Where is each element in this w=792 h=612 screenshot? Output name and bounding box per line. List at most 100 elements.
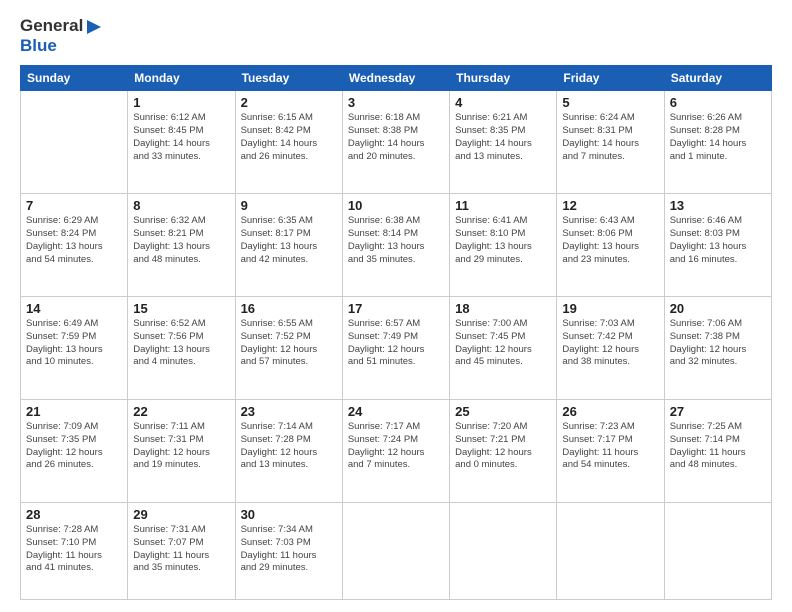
calendar-cell: 6 Sunrise: 6:26 AM Sunset: 8:28 PM Daylig… bbox=[664, 91, 771, 194]
weekday-header: Monday bbox=[128, 66, 235, 91]
day-number: 10 bbox=[348, 198, 444, 213]
day-info: Sunrise: 7:28 AM Sunset: 7:10 PM Dayligh… bbox=[26, 524, 122, 575]
day-info: Sunrise: 6:29 AM Sunset: 8:24 PM Dayligh… bbox=[26, 215, 122, 266]
logo: General Blue bbox=[20, 16, 103, 55]
day-info: Sunrise: 6:57 AM Sunset: 7:49 PM Dayligh… bbox=[348, 318, 444, 369]
calendar-cell: 24 Sunrise: 7:17 AM Sunset: 7:24 PM Dayli… bbox=[342, 400, 449, 503]
calendar-cell: 16 Sunrise: 6:55 AM Sunset: 7:52 PM Dayli… bbox=[235, 297, 342, 400]
day-info: Sunrise: 6:32 AM Sunset: 8:21 PM Dayligh… bbox=[133, 215, 229, 266]
day-info: Sunrise: 7:17 AM Sunset: 7:24 PM Dayligh… bbox=[348, 421, 444, 472]
day-number: 19 bbox=[562, 301, 658, 316]
day-info: Sunrise: 7:00 AM Sunset: 7:45 PM Dayligh… bbox=[455, 318, 551, 369]
day-number: 16 bbox=[241, 301, 337, 316]
weekday-header: Thursday bbox=[450, 66, 557, 91]
day-info: Sunrise: 6:12 AM Sunset: 8:45 PM Dayligh… bbox=[133, 112, 229, 163]
day-number: 24 bbox=[348, 404, 444, 419]
header: General Blue bbox=[20, 16, 772, 55]
calendar-cell: 13 Sunrise: 6:46 AM Sunset: 8:03 PM Dayli… bbox=[664, 194, 771, 297]
day-number: 27 bbox=[670, 404, 766, 419]
day-number: 13 bbox=[670, 198, 766, 213]
calendar-week-row: 14 Sunrise: 6:49 AM Sunset: 7:59 PM Dayli… bbox=[21, 297, 772, 400]
calendar-cell: 29 Sunrise: 7:31 AM Sunset: 7:07 PM Dayli… bbox=[128, 502, 235, 599]
day-number: 3 bbox=[348, 95, 444, 110]
calendar-cell: 4 Sunrise: 6:21 AM Sunset: 8:35 PM Daylig… bbox=[450, 91, 557, 194]
calendar-cell: 27 Sunrise: 7:25 AM Sunset: 7:14 PM Dayli… bbox=[664, 400, 771, 503]
day-number: 12 bbox=[562, 198, 658, 213]
day-number: 22 bbox=[133, 404, 229, 419]
calendar-cell bbox=[21, 91, 128, 194]
day-info: Sunrise: 6:43 AM Sunset: 8:06 PM Dayligh… bbox=[562, 215, 658, 266]
day-info: Sunrise: 6:52 AM Sunset: 7:56 PM Dayligh… bbox=[133, 318, 229, 369]
calendar-cell: 17 Sunrise: 6:57 AM Sunset: 7:49 PM Dayli… bbox=[342, 297, 449, 400]
day-number: 17 bbox=[348, 301, 444, 316]
calendar-week-row: 28Sunrise: 7:28 AM Sunset: 7:10 PM Dayli… bbox=[21, 502, 772, 599]
calendar-cell: 23Sunrise: 7:14 AM Sunset: 7:28 PM Dayli… bbox=[235, 400, 342, 503]
weekday-header: Friday bbox=[557, 66, 664, 91]
day-info: Sunrise: 7:34 AM Sunset: 7:03 PM Dayligh… bbox=[241, 524, 337, 575]
day-info: Sunrise: 6:49 AM Sunset: 7:59 PM Dayligh… bbox=[26, 318, 122, 369]
day-info: Sunrise: 7:31 AM Sunset: 7:07 PM Dayligh… bbox=[133, 524, 229, 575]
weekday-header: Tuesday bbox=[235, 66, 342, 91]
day-number: 11 bbox=[455, 198, 551, 213]
weekday-header: Saturday bbox=[664, 66, 771, 91]
day-info: Sunrise: 6:55 AM Sunset: 7:52 PM Dayligh… bbox=[241, 318, 337, 369]
day-info: Sunrise: 6:24 AM Sunset: 8:31 PM Dayligh… bbox=[562, 112, 658, 163]
day-number: 23 bbox=[241, 404, 337, 419]
day-number: 30 bbox=[241, 507, 337, 522]
calendar-cell bbox=[450, 502, 557, 599]
logo-general: General bbox=[20, 16, 103, 36]
day-info: Sunrise: 6:41 AM Sunset: 8:10 PM Dayligh… bbox=[455, 215, 551, 266]
day-number: 9 bbox=[241, 198, 337, 213]
day-number: 15 bbox=[133, 301, 229, 316]
calendar-cell: 10Sunrise: 6:38 AM Sunset: 8:14 PM Dayli… bbox=[342, 194, 449, 297]
calendar-cell: 11 Sunrise: 6:41 AM Sunset: 8:10 PM Dayli… bbox=[450, 194, 557, 297]
calendar-cell: 28Sunrise: 7:28 AM Sunset: 7:10 PM Dayli… bbox=[21, 502, 128, 599]
weekday-header-row: SundayMondayTuesdayWednesdayThursdayFrid… bbox=[21, 66, 772, 91]
calendar-cell: 22Sunrise: 7:11 AM Sunset: 7:31 PM Dayli… bbox=[128, 400, 235, 503]
day-info: Sunrise: 7:25 AM Sunset: 7:14 PM Dayligh… bbox=[670, 421, 766, 472]
day-number: 5 bbox=[562, 95, 658, 110]
day-info: Sunrise: 6:35 AM Sunset: 8:17 PM Dayligh… bbox=[241, 215, 337, 266]
day-number: 1 bbox=[133, 95, 229, 110]
calendar-cell: 14 Sunrise: 6:49 AM Sunset: 7:59 PM Dayli… bbox=[21, 297, 128, 400]
calendar-cell: 2Sunrise: 6:15 AM Sunset: 8:42 PM Daylig… bbox=[235, 91, 342, 194]
day-number: 6 bbox=[670, 95, 766, 110]
calendar-cell: 25 Sunrise: 7:20 AM Sunset: 7:21 PM Dayli… bbox=[450, 400, 557, 503]
calendar-week-row: 21 Sunrise: 7:09 AM Sunset: 7:35 PM Dayli… bbox=[21, 400, 772, 503]
calendar-cell: 19Sunrise: 7:03 AM Sunset: 7:42 PM Dayli… bbox=[557, 297, 664, 400]
day-number: 8 bbox=[133, 198, 229, 213]
day-info: Sunrise: 7:20 AM Sunset: 7:21 PM Dayligh… bbox=[455, 421, 551, 472]
logo-wordmark: General Blue bbox=[20, 16, 103, 55]
page: General Blue SundayMondayTuesdayWednesda… bbox=[0, 0, 792, 612]
calendar-cell: 1 Sunrise: 6:12 AM Sunset: 8:45 PM Daylig… bbox=[128, 91, 235, 194]
calendar-cell: 3 Sunrise: 6:18 AM Sunset: 8:38 PM Daylig… bbox=[342, 91, 449, 194]
day-number: 14 bbox=[26, 301, 122, 316]
day-info: Sunrise: 6:46 AM Sunset: 8:03 PM Dayligh… bbox=[670, 215, 766, 266]
day-info: Sunrise: 6:21 AM Sunset: 8:35 PM Dayligh… bbox=[455, 112, 551, 163]
calendar-cell: 21 Sunrise: 7:09 AM Sunset: 7:35 PM Dayli… bbox=[21, 400, 128, 503]
day-info: Sunrise: 7:06 AM Sunset: 7:38 PM Dayligh… bbox=[670, 318, 766, 369]
weekday-header: Wednesday bbox=[342, 66, 449, 91]
weekday-header: Sunday bbox=[21, 66, 128, 91]
day-number: 20 bbox=[670, 301, 766, 316]
day-info: Sunrise: 6:26 AM Sunset: 8:28 PM Dayligh… bbox=[670, 112, 766, 163]
calendar-week-row: 1 Sunrise: 6:12 AM Sunset: 8:45 PM Daylig… bbox=[21, 91, 772, 194]
day-number: 25 bbox=[455, 404, 551, 419]
calendar-cell: 9 Sunrise: 6:35 AM Sunset: 8:17 PM Daylig… bbox=[235, 194, 342, 297]
calendar-cell: 8 Sunrise: 6:32 AM Sunset: 8:21 PM Daylig… bbox=[128, 194, 235, 297]
day-number: 21 bbox=[26, 404, 122, 419]
day-number: 26 bbox=[562, 404, 658, 419]
logo-blue: Blue bbox=[20, 36, 103, 56]
day-info: Sunrise: 7:09 AM Sunset: 7:35 PM Dayligh… bbox=[26, 421, 122, 472]
day-info: Sunrise: 6:18 AM Sunset: 8:38 PM Dayligh… bbox=[348, 112, 444, 163]
day-number: 4 bbox=[455, 95, 551, 110]
calendar-cell bbox=[664, 502, 771, 599]
calendar-cell: 18 Sunrise: 7:00 AM Sunset: 7:45 PM Dayli… bbox=[450, 297, 557, 400]
day-number: 18 bbox=[455, 301, 551, 316]
day-number: 29 bbox=[133, 507, 229, 522]
calendar-cell: 7Sunrise: 6:29 AM Sunset: 8:24 PM Daylig… bbox=[21, 194, 128, 297]
calendar-cell: 26Sunrise: 7:23 AM Sunset: 7:17 PM Dayli… bbox=[557, 400, 664, 503]
day-number: 2 bbox=[241, 95, 337, 110]
calendar-cell bbox=[342, 502, 449, 599]
calendar-cell: 20 Sunrise: 7:06 AM Sunset: 7:38 PM Dayli… bbox=[664, 297, 771, 400]
